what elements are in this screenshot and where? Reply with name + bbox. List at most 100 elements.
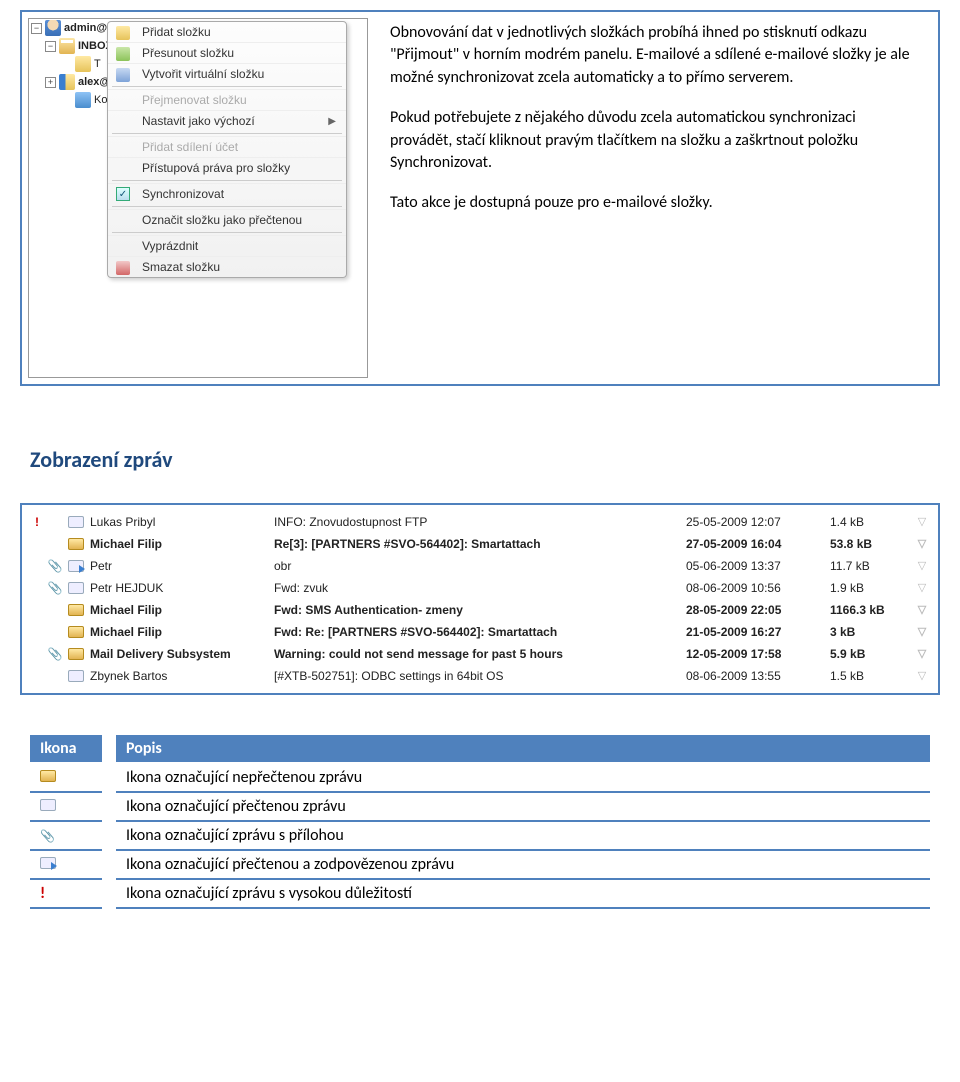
menu-label: Vyprázdnit (142, 239, 198, 253)
description-cell: Ikona označující nepřečtenou zprávu (116, 763, 930, 792)
menu-label: Přesunout složku (142, 46, 234, 60)
envelope-unread-icon (66, 648, 86, 660)
message-date: 28-05-2009 22:05 (686, 601, 826, 619)
message-row[interactable]: Zbynek Bartos[#XTB-502751]: ODBC setting… (28, 665, 932, 687)
attachment-icon: 📎 (48, 579, 62, 597)
message-size: 1.5 kB (830, 667, 910, 685)
message-from: Petr HEJDUK (90, 579, 270, 597)
section-heading: Zobrazení zpráv (30, 446, 930, 473)
message-row[interactable]: 📎Mail Delivery SubsystemWarning: could n… (28, 643, 932, 665)
table-row: 📎 Ikona označující zprávu s přílohou (30, 821, 930, 850)
icon-cell: ! (30, 879, 102, 908)
contacts-icon (75, 92, 91, 108)
table-row: Ikona označující nepřečtenou zprávu (30, 763, 930, 792)
collapse-icon[interactable]: − (31, 23, 42, 34)
description-column: Obnovování dat v jednotlivých složkách p… (388, 18, 920, 378)
flag-icon[interactable]: ▽ (914, 623, 930, 641)
menu-label: Nastavit jako výchozí (142, 114, 255, 128)
envelope-unread-icon (40, 770, 56, 782)
message-row[interactable]: Michael FilipFwd: SMS Authentication- zm… (28, 599, 932, 621)
envelope-unread-icon (66, 626, 86, 638)
description-cell: Ikona označující zprávu s přílohou (116, 821, 930, 850)
menu-access-rights[interactable]: Přístupová práva pro složky (108, 157, 346, 178)
envelope-replied-icon (66, 560, 86, 572)
message-date: 21-05-2009 16:27 (686, 623, 826, 641)
menu-new-folder[interactable]: Přidat složku (108, 22, 346, 42)
flag-icon[interactable]: ▽ (914, 513, 930, 531)
attachment-icon: 📎 (48, 645, 62, 663)
message-subject: Re[3]: [PARTNERS #SVO-564402]: Smartatta… (274, 535, 682, 553)
menu-virtual-folder[interactable]: Vytvořit virtuální složku (108, 63, 346, 84)
message-from: Petr (90, 557, 270, 575)
flag-icon[interactable]: ▽ (914, 667, 930, 685)
message-size: 53.8 kB (830, 535, 910, 553)
folder-tree-screenshot: − admin@icewarp.cz − INBOX T + alex@ic K… (28, 18, 368, 378)
description-paragraph: Obnovování dat v jednotlivých složkách p… (390, 22, 918, 89)
message-from: Michael Filip (90, 623, 270, 641)
checkbox-checked-icon: ✓ (116, 187, 130, 201)
flag-icon[interactable]: ▽ (914, 557, 930, 575)
message-size: 11.7 kB (830, 557, 910, 575)
menu-empty[interactable]: Vyprázdnit (108, 235, 346, 256)
menu-label: Označit složku jako přečtenou (142, 213, 302, 227)
table-row: Ikona označující přečtenou zprávu (30, 792, 930, 821)
menu-move-folder[interactable]: Přesunout složku (108, 42, 346, 63)
envelope-read-icon (40, 799, 56, 811)
icon-cell (30, 792, 102, 821)
description-paragraph: Tato akce je dostupná pouze pro e-mailov… (390, 192, 918, 214)
flag-icon[interactable]: ▽ (914, 645, 930, 663)
message-date: 08-06-2009 13:55 (686, 667, 826, 685)
envelope-unread-icon (66, 538, 86, 550)
menu-label: Přejmenovat složku (142, 93, 247, 107)
message-size: 1166.3 kB (830, 601, 910, 619)
message-subject: Fwd: Re: [PARTNERS #SVO-564402]: Smartat… (274, 623, 682, 641)
message-from: Michael Filip (90, 601, 270, 619)
inbox-icon (59, 38, 75, 54)
menu-delete[interactable]: Smazat složku (108, 256, 346, 277)
message-from: Zbynek Bartos (90, 667, 270, 685)
message-date: 25-05-2009 12:07 (686, 513, 826, 531)
message-subject: Fwd: SMS Authentication- zmeny (274, 601, 682, 619)
message-size: 1.4 kB (830, 513, 910, 531)
doc-top-section: − admin@icewarp.cz − INBOX T + alex@ic K… (20, 10, 940, 386)
message-date: 27-05-2009 16:04 (686, 535, 826, 553)
move-folder-icon (116, 47, 130, 61)
menu-mark-read[interactable]: Označit složku jako přečtenou (108, 209, 346, 230)
menu-label: Přidat sdílení účet (142, 140, 238, 154)
menu-label: Smazat složku (142, 260, 220, 274)
user-icon (45, 20, 61, 36)
menu-rename: Přejmenovat složku (108, 89, 346, 110)
message-row[interactable]: Michael FilipFwd: Re: [PARTNERS #SVO-564… (28, 621, 932, 643)
message-date: 08-06-2009 10:56 (686, 579, 826, 597)
envelope-read-icon (66, 516, 86, 528)
menu-set-default[interactable]: Nastavit jako výchozí ▶ (108, 110, 346, 131)
icon-cell: 📎 (30, 821, 102, 850)
flag-icon[interactable]: ▽ (914, 579, 930, 597)
description-cell: Ikona označující přečtenou zprávu (116, 792, 930, 821)
message-row[interactable]: 📎Petr HEJDUKFwd: zvuk08-06-2009 10:561.9… (28, 577, 932, 599)
icon-description-table: Ikona Popis Ikona označující nepřečtenou… (30, 735, 930, 909)
chevron-right-icon: ▶ (328, 116, 336, 127)
icon-cell (30, 763, 102, 792)
delete-folder-icon (116, 261, 130, 275)
envelope-unread-icon (66, 604, 86, 616)
message-row[interactable]: !Lukas PribylINFO: Znovudostupnost FTP25… (28, 511, 932, 533)
flag-icon[interactable]: ▽ (914, 601, 930, 619)
expand-icon[interactable]: + (45, 77, 56, 88)
message-from: Michael Filip (90, 535, 270, 553)
message-subject: Warning: could not send message for past… (274, 645, 682, 663)
folder-context-menu: Přidat složku Přesunout složku Vytvořit … (107, 21, 347, 278)
envelope-replied-icon (40, 857, 56, 869)
message-subject: obr (274, 557, 682, 575)
menu-label: Přidat složku (142, 25, 211, 39)
collapse-icon[interactable]: − (45, 41, 56, 52)
flag-icon[interactable]: ▽ (914, 535, 930, 553)
envelope-read-icon (66, 670, 86, 682)
menu-synchronize[interactable]: ✓ Synchronizovat (108, 183, 346, 204)
message-subject: INFO: Znovudostupnost FTP (274, 513, 682, 531)
menu-label: Vytvořit virtuální složku (142, 67, 264, 81)
message-row[interactable]: Michael FilipRe[3]: [PARTNERS #SVO-56440… (28, 533, 932, 555)
menu-label: Synchronizovat (142, 187, 224, 201)
message-row[interactable]: 📎Petrobr05-06-2009 13:3711.7 kB▽ (28, 555, 932, 577)
message-size: 1.9 kB (830, 579, 910, 597)
